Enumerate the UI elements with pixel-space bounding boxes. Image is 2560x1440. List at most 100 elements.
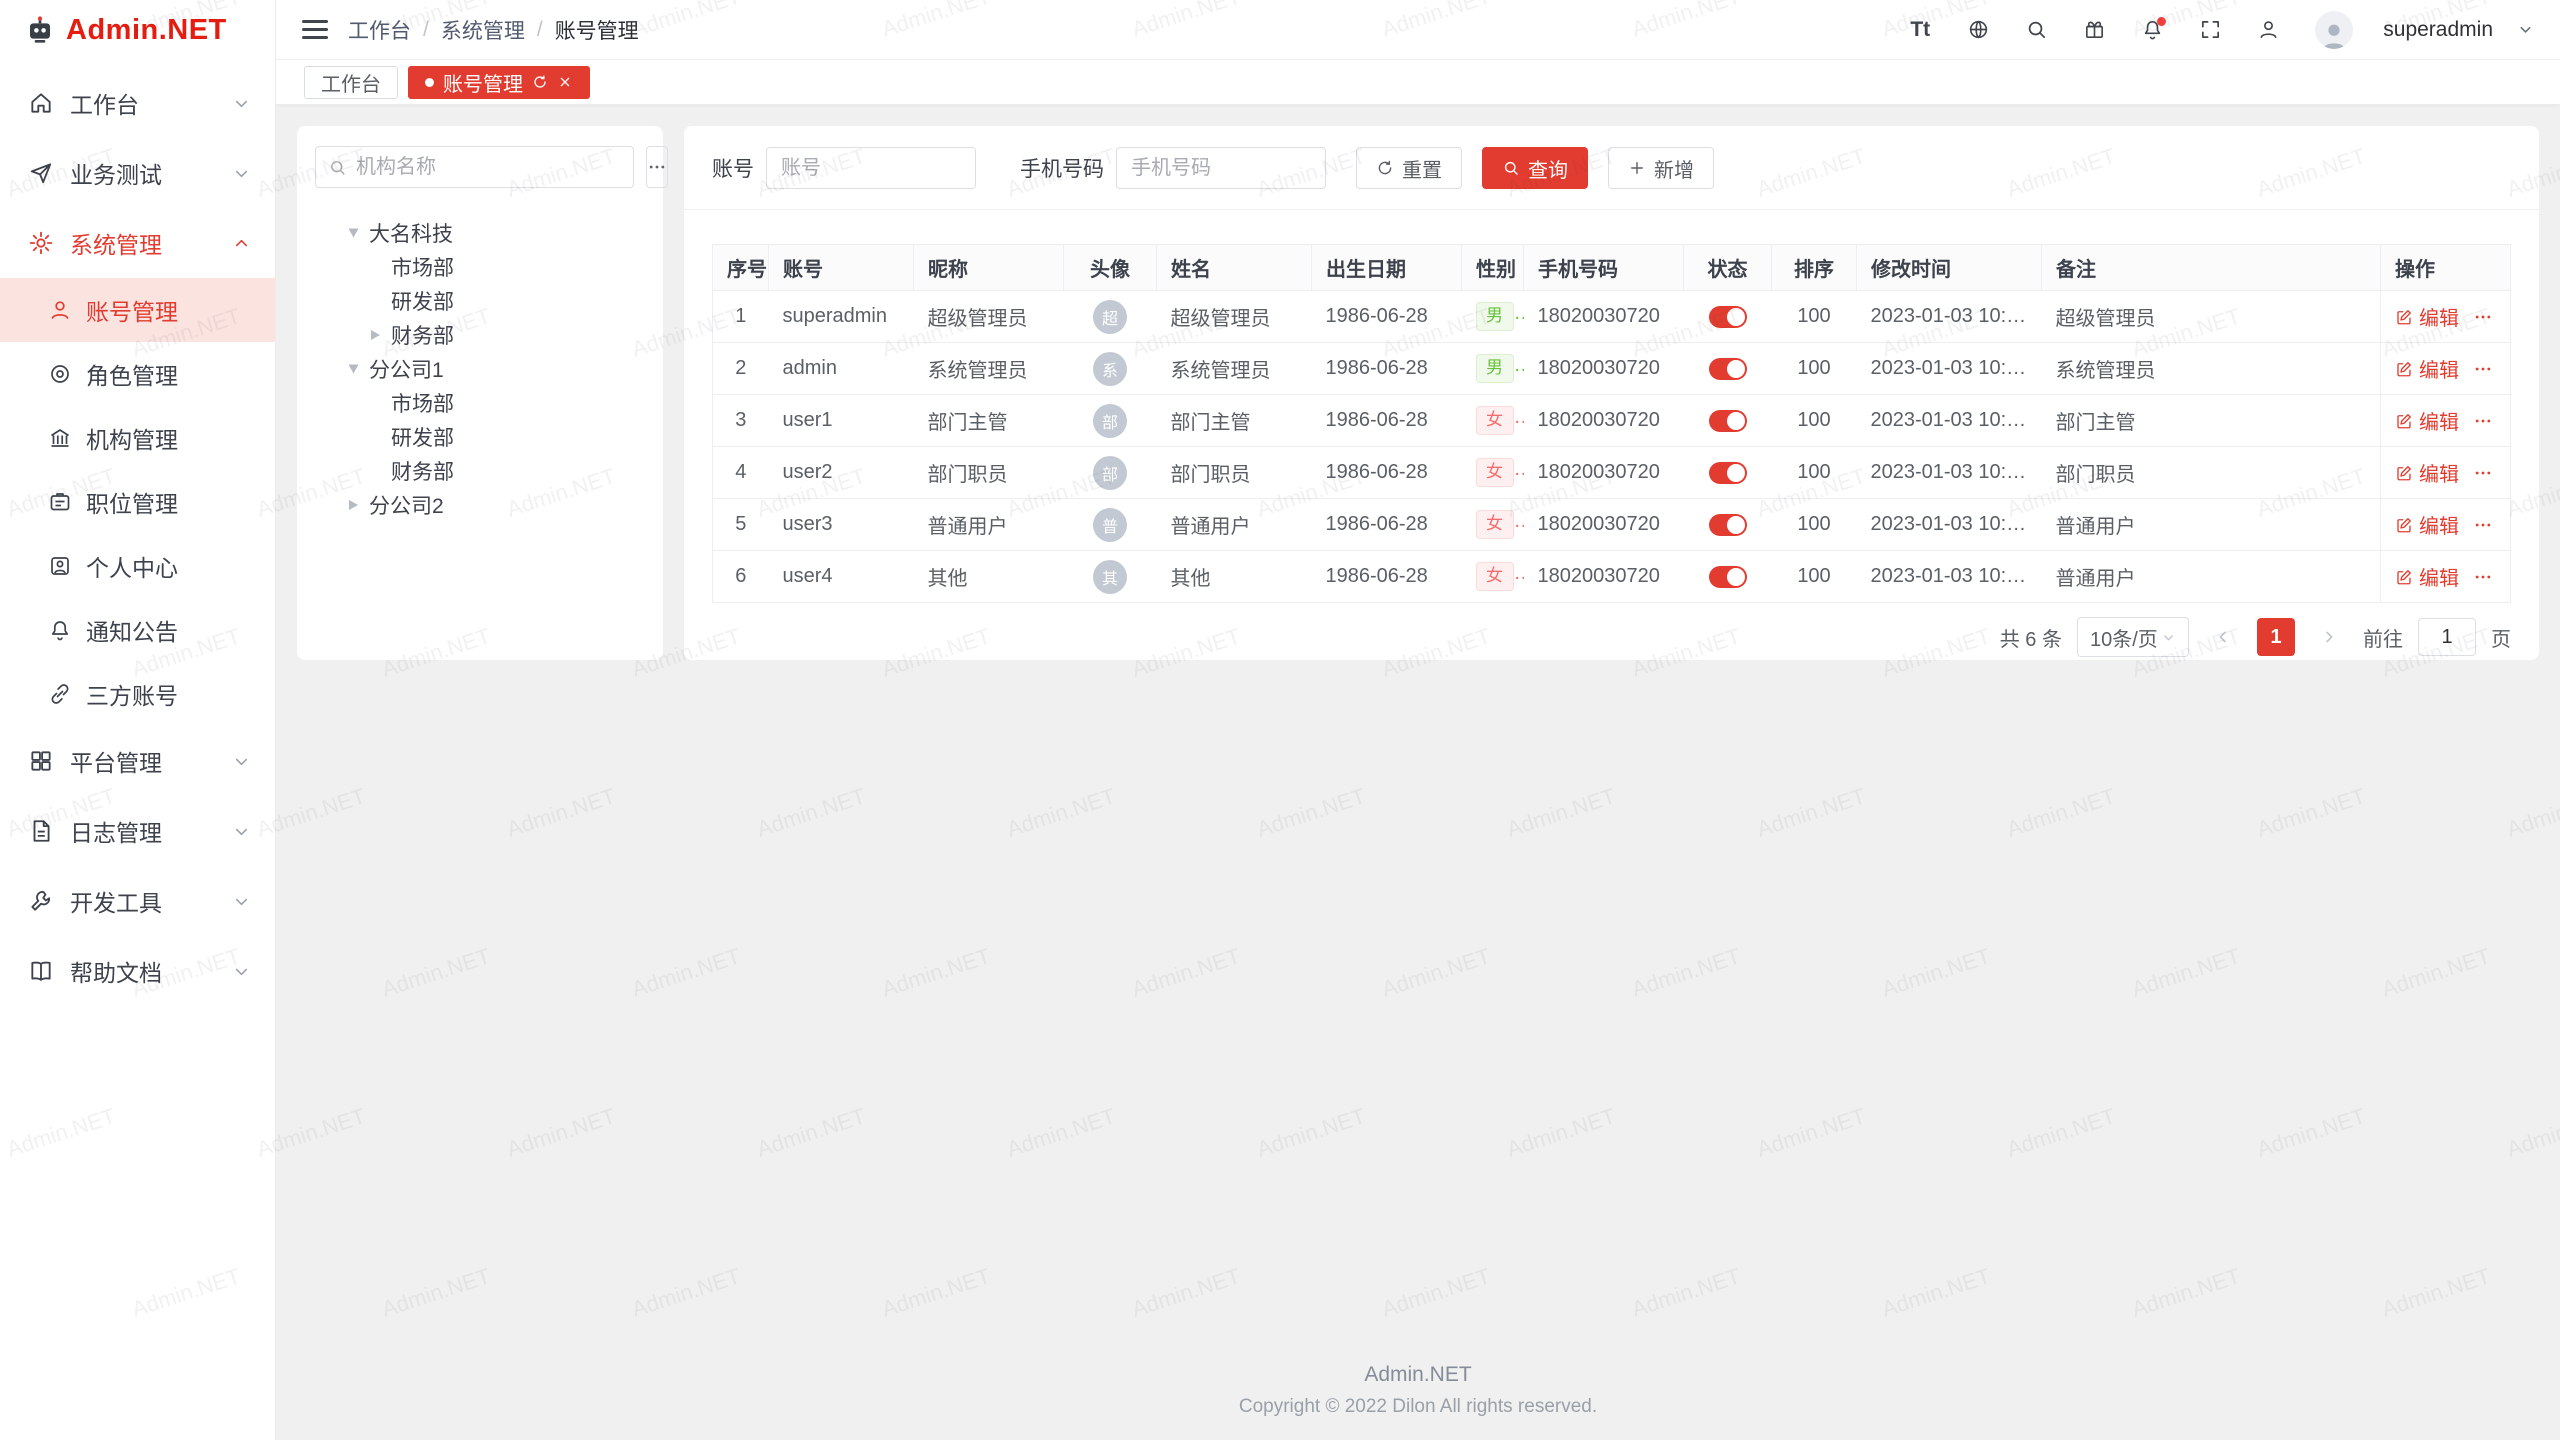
status-toggle[interactable] xyxy=(1709,358,1747,380)
tree-node[interactable]: 市场部 xyxy=(315,386,645,420)
breadcrumb: 工作台 / 系统管理 / 账号管理 xyxy=(348,15,1881,45)
status-toggle[interactable] xyxy=(1709,462,1747,484)
theme-icon[interactable] xyxy=(2075,10,2113,50)
tree-caret-icon[interactable] xyxy=(367,293,383,309)
tree-node[interactable]: 财务部 xyxy=(315,318,645,352)
cell-birthdate: 1986-06-28 xyxy=(1312,395,1462,447)
goto-page-input[interactable] xyxy=(2418,618,2476,656)
sidebar-subitem-position-management[interactable]: 职位管理 xyxy=(0,470,275,534)
user-icon xyxy=(48,298,72,322)
notification-badge xyxy=(2157,17,2166,26)
gender-badge: 女 xyxy=(1476,406,1514,434)
gender-badge: 女 xyxy=(1476,458,1514,486)
pagination: 共 6 条 10条/页 1 前往 页 xyxy=(712,617,2511,657)
tab-account-management[interactable]: 账号管理 xyxy=(408,66,590,99)
tree-caret-icon[interactable] xyxy=(367,429,383,445)
breadcrumb-separator: / xyxy=(423,18,429,42)
cell-account: superadmin xyxy=(769,291,914,343)
tree-caret-icon[interactable] xyxy=(367,463,383,479)
status-toggle[interactable] xyxy=(1709,514,1747,536)
chevron-down-icon[interactable] xyxy=(2517,21,2534,38)
sidebar-item-workbench[interactable]: 工作台 xyxy=(0,68,275,138)
breadcrumb-item[interactable]: 系统管理 xyxy=(441,15,525,45)
sidebar-item-system-management[interactable]: 系统管理 xyxy=(0,208,275,278)
tree-node-label: 大名科技 xyxy=(369,218,453,248)
tree-caret-icon[interactable] xyxy=(345,225,361,241)
edit-button[interactable]: 编辑 xyxy=(2395,510,2459,539)
sidebar-item-help-docs[interactable]: 帮助文档 xyxy=(0,936,275,1006)
tree-caret-icon[interactable] xyxy=(367,395,383,411)
tree-node[interactable]: 研发部 xyxy=(315,420,645,454)
page-number-1[interactable]: 1 xyxy=(2257,618,2295,656)
next-page-button[interactable] xyxy=(2310,618,2348,656)
cell-gender: 女 xyxy=(1462,395,1524,447)
breadcrumb-item[interactable]: 工作台 xyxy=(348,15,411,45)
tree-caret-icon[interactable] xyxy=(345,361,361,377)
sidebar-subitem-personal-center[interactable]: 个人中心 xyxy=(0,534,275,598)
tab-workbench[interactable]: 工作台 xyxy=(304,66,398,99)
query-button[interactable]: 查询 xyxy=(1482,147,1588,189)
page-size-select[interactable]: 10条/页 xyxy=(2077,617,2189,657)
more-actions-button[interactable] xyxy=(2473,515,2493,535)
tree-more-button[interactable] xyxy=(646,146,668,188)
sidebar-subitem-third-party-account[interactable]: 三方账号 xyxy=(0,662,275,726)
sidebar-subitem-account-management[interactable]: 账号管理 xyxy=(0,278,275,342)
cell-name: 部门主管 xyxy=(1157,395,1312,447)
sidebar-item-platform-management[interactable]: 平台管理 xyxy=(0,726,275,796)
sidebar-subitem-org-management[interactable]: 机构管理 xyxy=(0,406,275,470)
edit-button[interactable]: 编辑 xyxy=(2395,406,2459,435)
sidebar-subitem-notice[interactable]: 通知公告 xyxy=(0,598,275,662)
collapse-menu-icon[interactable] xyxy=(302,20,328,39)
cell-sort: 100 xyxy=(1772,291,1857,343)
tree-node[interactable]: 财务部 xyxy=(315,454,645,488)
status-toggle[interactable] xyxy=(1709,306,1747,328)
more-actions-button[interactable] xyxy=(2473,567,2493,587)
logo-text: Admin.NET xyxy=(66,14,227,47)
close-icon[interactable] xyxy=(557,74,573,90)
more-actions-button[interactable] xyxy=(2473,307,2493,327)
user-avatar[interactable] xyxy=(2315,11,2353,49)
sidebar-item-log-management[interactable]: 日志管理 xyxy=(0,796,275,866)
bell-icon xyxy=(48,618,72,642)
cell-gender: 男 xyxy=(1462,291,1524,343)
sidebar-item-dev-tools[interactable]: 开发工具 xyxy=(0,866,275,936)
edit-button[interactable]: 编辑 xyxy=(2395,458,2459,487)
tree-node[interactable]: 市场部 xyxy=(315,250,645,284)
more-actions-button[interactable] xyxy=(2473,411,2493,431)
prev-page-button[interactable] xyxy=(2204,618,2242,656)
breadcrumb-item[interactable]: 账号管理 xyxy=(555,15,639,45)
add-button[interactable]: 新增 xyxy=(1608,147,1714,189)
more-actions-button[interactable] xyxy=(2473,359,2493,379)
notification-bell-icon[interactable] xyxy=(2133,10,2171,50)
profile-icon[interactable] xyxy=(2249,10,2287,50)
fullscreen-icon[interactable] xyxy=(2191,10,2229,50)
gender-badge: 女 xyxy=(1476,562,1514,590)
edit-button[interactable]: 编辑 xyxy=(2395,354,2459,383)
cell-phone: 18020030720 xyxy=(1524,447,1684,499)
more-actions-button[interactable] xyxy=(2473,463,2493,483)
cell-status xyxy=(1684,343,1772,395)
org-search-input[interactable] xyxy=(356,156,621,179)
status-toggle[interactable] xyxy=(1709,566,1747,588)
tree-node[interactable]: 研发部 xyxy=(315,284,645,318)
tree-caret-icon[interactable] xyxy=(345,497,361,513)
tree-node[interactable]: 大名科技 xyxy=(315,216,645,250)
edit-button[interactable]: 编辑 xyxy=(2395,302,2459,331)
phone-filter-input[interactable] xyxy=(1116,147,1326,189)
tree-caret-icon[interactable] xyxy=(367,327,383,343)
refresh-icon[interactable] xyxy=(532,74,548,90)
status-toggle[interactable] xyxy=(1709,410,1747,432)
language-icon[interactable] xyxy=(1959,10,1997,50)
account-filter-input[interactable] xyxy=(766,147,976,189)
table-row: 6 user4 其他 其 其他 1986-06-28 女 18020030720… xyxy=(713,551,2511,603)
reset-button[interactable]: 重置 xyxy=(1356,147,1462,189)
tree-node[interactable]: 分公司1 xyxy=(315,352,645,386)
edit-button[interactable]: 编辑 xyxy=(2395,562,2459,591)
search-icon[interactable] xyxy=(2017,10,2055,50)
sidebar-item-business-test[interactable]: 业务测试 xyxy=(0,138,275,208)
tree-caret-icon[interactable] xyxy=(367,259,383,275)
font-size-icon[interactable]: Tt xyxy=(1901,10,1939,50)
sidebar-subitem-role-management[interactable]: 角色管理 xyxy=(0,342,275,406)
username[interactable]: superadmin xyxy=(2383,18,2493,42)
tree-node[interactable]: 分公司2 xyxy=(315,488,645,522)
